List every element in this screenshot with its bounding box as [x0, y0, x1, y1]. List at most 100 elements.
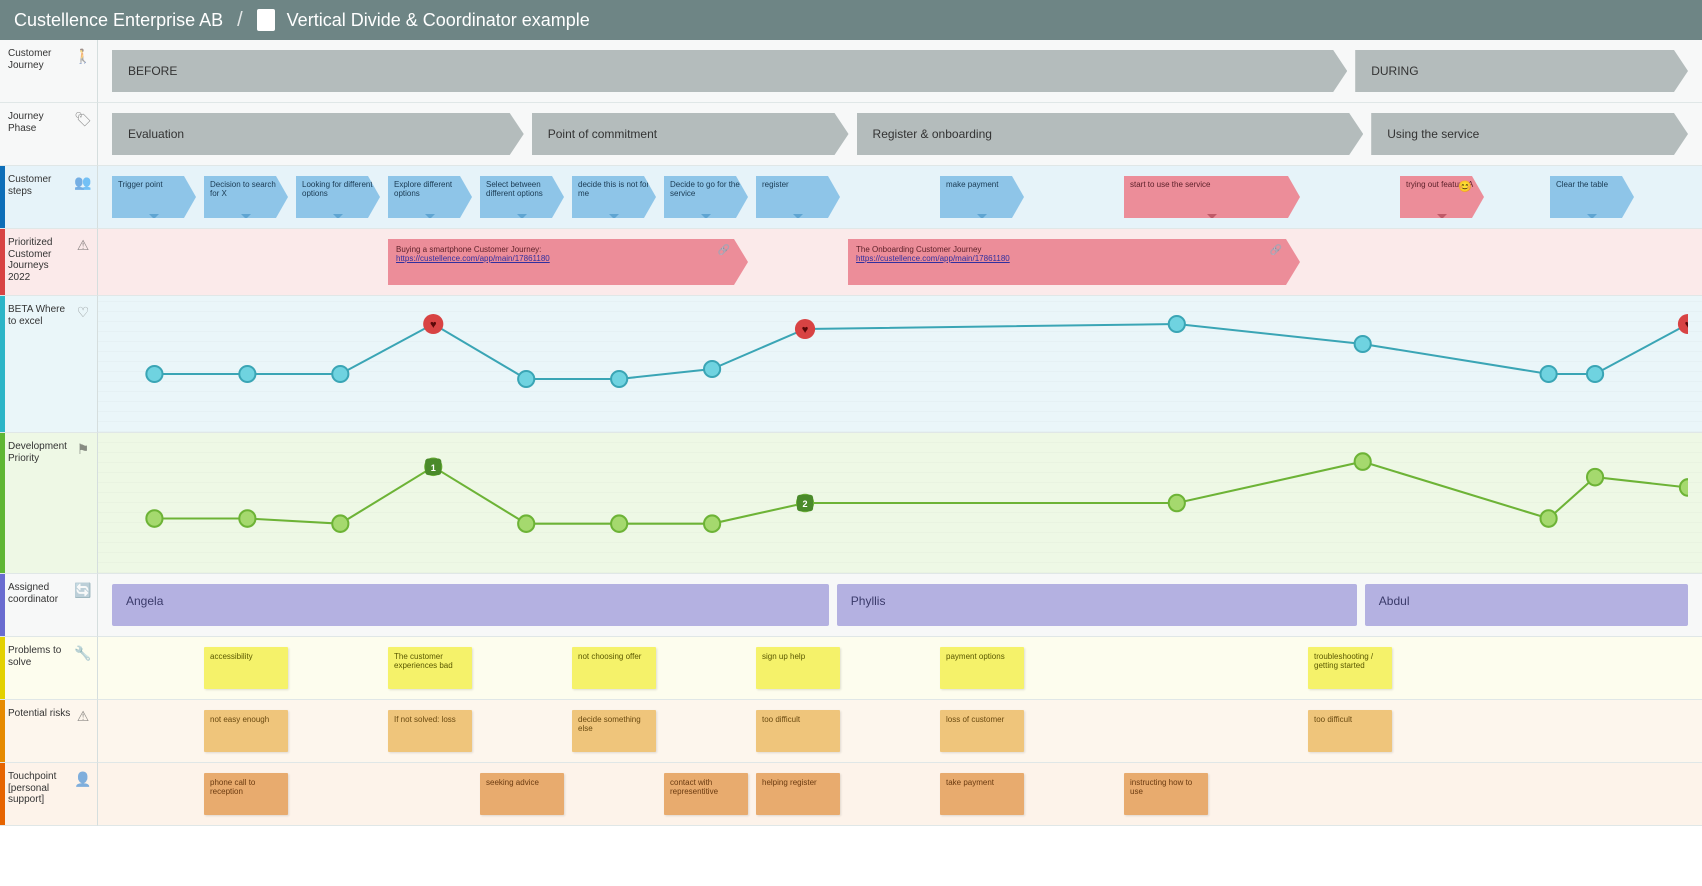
- note-card[interactable]: phone call to reception: [204, 773, 288, 815]
- warning-icon: ⚠: [75, 237, 91, 253]
- note-card[interactable]: The customer experiences bad: [388, 647, 472, 689]
- phase-card[interactable]: Evaluation: [112, 113, 524, 155]
- lane-dev[interactable]: 12: [98, 433, 1702, 574]
- link-icon: 🔗: [1270, 245, 1282, 256]
- lane-head-coordinator[interactable]: Assigned coordinator 🔄: [0, 574, 98, 637]
- note-card[interactable]: not choosing offer: [572, 647, 656, 689]
- note-card[interactable]: too difficult: [756, 710, 840, 752]
- curve-point[interactable]: [1541, 510, 1557, 527]
- curve-point[interactable]: [704, 361, 720, 377]
- note-card[interactable]: sign up help: [756, 647, 840, 689]
- note-card[interactable]: payment options: [940, 647, 1024, 689]
- curve-point[interactable]: [611, 515, 627, 532]
- lane-beta[interactable]: ♥♥♥: [98, 296, 1702, 433]
- heart-icon: ♡: [75, 304, 91, 320]
- phase-card[interactable]: Using the service: [1371, 113, 1688, 155]
- note-card[interactable]: loss of customer: [940, 710, 1024, 752]
- warning-icon: ⚠: [75, 708, 91, 724]
- org-name[interactable]: Custellence Enterprise AB: [14, 10, 223, 31]
- sync-icon: 🔄: [75, 582, 91, 598]
- curve-point[interactable]: [518, 515, 534, 532]
- step-card[interactable]: Looking for different options: [296, 176, 380, 218]
- note-card[interactable]: seeking advice: [480, 773, 564, 815]
- wrench-icon: 🔧: [75, 645, 91, 661]
- step-card[interactable]: Decide to go for the service: [664, 176, 748, 218]
- note-card[interactable]: not easy enough: [204, 710, 288, 752]
- lane-risks[interactable]: not easy enough If not solved: loss decide…: [98, 700, 1702, 763]
- phase-card[interactable]: Point of commitment: [532, 113, 849, 155]
- svg-text:2: 2: [803, 499, 808, 509]
- lane-head-steps[interactable]: Customer steps 👥: [0, 166, 98, 229]
- lane-steps[interactable]: Trigger pointDecision to search for XLoo…: [98, 166, 1702, 229]
- curve-point[interactable]: [146, 510, 162, 527]
- curve-point[interactable]: [1587, 366, 1603, 382]
- phase-card[interactable]: Register & onboarding: [857, 113, 1364, 155]
- map-title[interactable]: Vertical Divide & Coordinator example: [287, 10, 590, 31]
- prioritized-journey-card[interactable]: The Onboarding Customer Journeyhttps://c…: [848, 239, 1300, 285]
- lane-problems[interactable]: accessibility The customer experiences ba…: [98, 637, 1702, 700]
- lane-head-touchpoint[interactable]: Touchpoint [personal support] 👤: [0, 763, 98, 826]
- lane-prioritized[interactable]: Buying a smartphone Customer Journey:htt…: [98, 229, 1702, 296]
- step-card[interactable]: trying out feature A😊: [1400, 176, 1484, 218]
- step-card[interactable]: register: [756, 176, 840, 218]
- curve-point[interactable]: [1355, 336, 1371, 352]
- step-card[interactable]: start to use the service: [1124, 176, 1300, 218]
- note-card[interactable]: helping register: [756, 773, 840, 815]
- walk-icon: 🚶: [75, 48, 91, 64]
- link-icon: 🔗: [718, 245, 730, 256]
- svg-text:♥: ♥: [802, 324, 809, 336]
- journey-link[interactable]: https://custellence.com/app/main/1786118…: [856, 254, 1010, 263]
- curve-point[interactable]: [1169, 495, 1185, 512]
- coordinator-card[interactable]: Abdul: [1365, 584, 1688, 626]
- step-card[interactable]: Explore different options: [388, 176, 472, 218]
- lane-head-dev[interactable]: Development Priority ⚑: [0, 433, 98, 574]
- journey-link[interactable]: https://custellence.com/app/main/1786118…: [396, 254, 550, 263]
- curve-point[interactable]: [1587, 469, 1603, 486]
- step-card[interactable]: Clear the table: [1550, 176, 1634, 218]
- lane-head-phase[interactable]: Journey Phase 🏷: [0, 103, 98, 166]
- step-card[interactable]: make payment: [940, 176, 1024, 218]
- note-card[interactable]: too difficult: [1308, 710, 1392, 752]
- note-card[interactable]: decide something else: [572, 710, 656, 752]
- lane-coordinator[interactable]: AngelaPhyllisAbdul: [98, 574, 1702, 637]
- lane-touchpoint[interactable]: phone call to reception seeking advice con…: [98, 763, 1702, 826]
- lane-journey[interactable]: BEFOREDURING: [98, 40, 1702, 103]
- note-card[interactable]: troubleshooting / getting started: [1308, 647, 1392, 689]
- note-card[interactable]: contact with representitive: [664, 773, 748, 815]
- note-card[interactable]: If not solved: loss: [388, 710, 472, 752]
- journey-stage[interactable]: DURING: [1355, 50, 1688, 92]
- lane-head-prioritized[interactable]: Prioritized Customer Journeys 2022 ⚠: [0, 229, 98, 296]
- step-card[interactable]: decide this is not for me: [572, 176, 656, 218]
- curve-point[interactable]: [332, 515, 348, 532]
- curve-point[interactable]: [518, 371, 534, 387]
- coordinator-card[interactable]: Angela: [112, 584, 829, 626]
- coordinator-card[interactable]: Phyllis: [837, 584, 1357, 626]
- step-card[interactable]: Decision to search for X: [204, 176, 288, 218]
- curve-point[interactable]: [239, 510, 255, 527]
- lane-head-beta[interactable]: BETA Where to excel ♡: [0, 296, 98, 433]
- app-header: Custellence Enterprise AB / Vertical Div…: [0, 0, 1702, 40]
- step-card[interactable]: Trigger point: [112, 176, 196, 218]
- curve-point[interactable]: [1541, 366, 1557, 382]
- emoji-icon: 😊: [1458, 180, 1470, 192]
- curve-point[interactable]: [1355, 453, 1371, 470]
- journey-stage[interactable]: BEFORE: [112, 50, 1347, 92]
- curve-point[interactable]: [1169, 316, 1185, 332]
- lane-phase[interactable]: EvaluationPoint of commitmentRegister & …: [98, 103, 1702, 166]
- note-card[interactable]: accessibility: [204, 647, 288, 689]
- curve-point[interactable]: [146, 366, 162, 382]
- note-card[interactable]: take payment: [940, 773, 1024, 815]
- person-icon: 👤: [75, 771, 91, 787]
- curve-point[interactable]: [1680, 479, 1688, 496]
- lane-head-risks[interactable]: Potential risks ⚠: [0, 700, 98, 763]
- prioritized-journey-card[interactable]: Buying a smartphone Customer Journey:htt…: [388, 239, 748, 285]
- breadcrumb-sep: /: [237, 9, 243, 32]
- lane-head-problems[interactable]: Problems to solve 🔧: [0, 637, 98, 700]
- curve-point[interactable]: [611, 371, 627, 387]
- lane-head-journey[interactable]: Customer Journey 🚶: [0, 40, 98, 103]
- curve-point[interactable]: [704, 515, 720, 532]
- step-card[interactable]: Select between different options: [480, 176, 564, 218]
- note-card[interactable]: instructing how to use: [1124, 773, 1208, 815]
- curve-point[interactable]: [332, 366, 348, 382]
- curve-point[interactable]: [239, 366, 255, 382]
